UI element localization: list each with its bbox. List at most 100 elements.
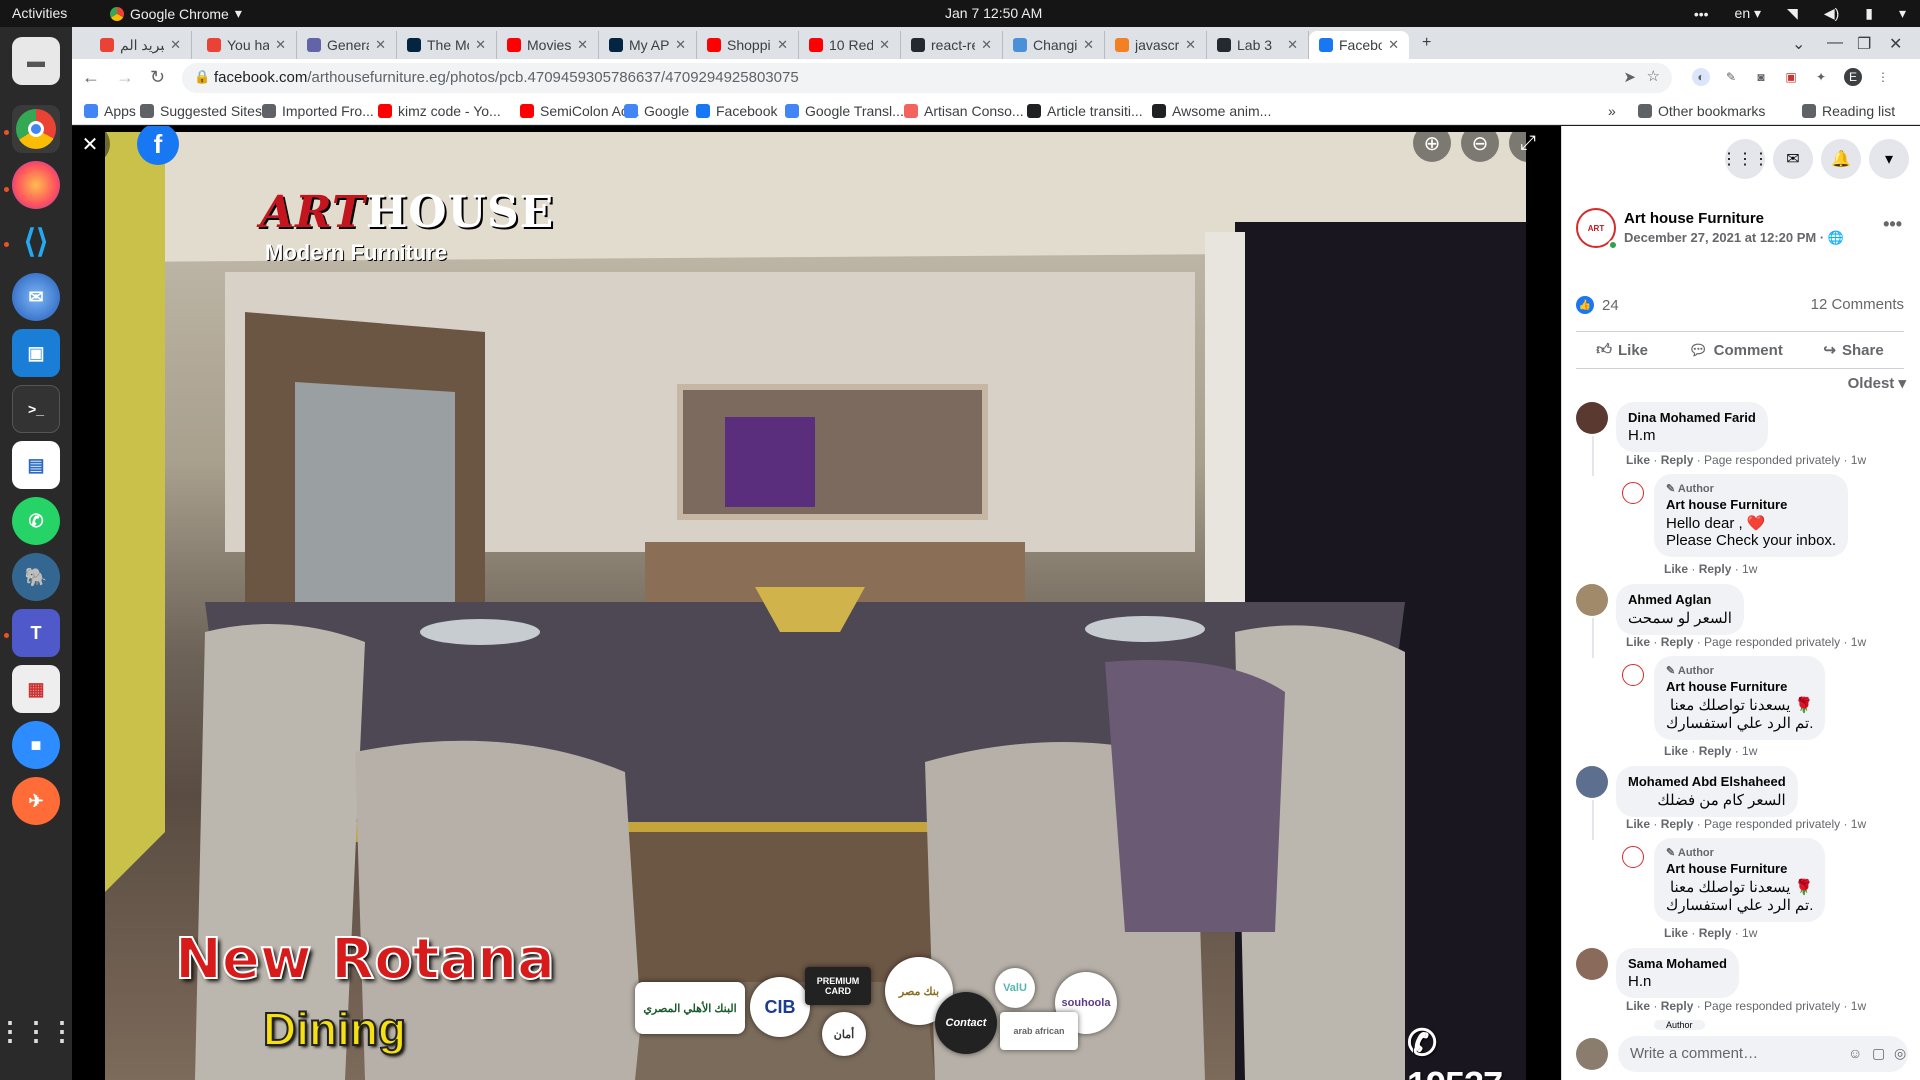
- share-icon[interactable]: ➤: [1623, 68, 1636, 86]
- browser-tab[interactable]: You have ✕: [197, 31, 297, 59]
- reload-icon[interactable]: ↻: [150, 67, 165, 88]
- reply-author-name[interactable]: Art house Furniture: [1666, 497, 1836, 512]
- fullscreen-icon[interactable]: ⤢: [1509, 126, 1547, 162]
- browser-tab[interactable]: Lab 3 ✕: [1207, 31, 1309, 59]
- comment-like-link[interactable]: Like: [1626, 453, 1650, 467]
- tab-close-icon[interactable]: ✕: [777, 37, 788, 53]
- chrome-icon[interactable]: [12, 105, 60, 153]
- page-name[interactable]: Art house Furniture: [1624, 210, 1764, 227]
- bookmark-item[interactable]: Artisan Conso...: [904, 103, 1024, 119]
- gif-icon[interactable]: ▢: [1872, 1045, 1885, 1062]
- lock-icon[interactable]: 🔒: [194, 69, 210, 85]
- bookmark-item[interactable]: Suggested Sites: [140, 103, 262, 119]
- comment-reply-link[interactable]: Reply: [1661, 999, 1694, 1013]
- extensions-puzzle-icon[interactable]: ✦: [1812, 68, 1830, 86]
- share-button[interactable]: ↪ Share: [1823, 341, 1883, 360]
- camera-icon[interactable]: ◙: [1752, 68, 1770, 86]
- whatsapp-icon[interactable]: ✆: [12, 497, 60, 545]
- activities-button[interactable]: Activities: [12, 5, 67, 21]
- page-reply-avatar[interactable]: [1622, 482, 1644, 504]
- other-bookmarks[interactable]: Other bookmarks: [1638, 103, 1765, 119]
- reply-like-link[interactable]: Like: [1664, 744, 1688, 758]
- comment-reply-link[interactable]: Reply: [1661, 635, 1694, 649]
- browser-tab[interactable]: Movies A ✕: [497, 31, 599, 59]
- post-more-icon[interactable]: •••: [1883, 214, 1902, 235]
- vscode-icon[interactable]: ⟨⟩: [12, 217, 60, 265]
- postman-icon[interactable]: ✈: [12, 777, 60, 825]
- back-icon[interactable]: ←: [82, 67, 100, 88]
- tab-close-icon[interactable]: ✕: [375, 37, 386, 53]
- reply-like-link[interactable]: Like: [1664, 562, 1688, 576]
- show-apps-icon[interactable]: ⋮⋮⋮: [0, 1007, 75, 1055]
- libreoffice-writer-icon[interactable]: ▤: [12, 441, 60, 489]
- bookmarks-overflow[interactable]: »: [1608, 103, 1616, 119]
- more-dots-icon[interactable]: •••: [1694, 6, 1709, 22]
- comments-count[interactable]: 12 Comments: [1811, 296, 1904, 313]
- commenter-name[interactable]: Sama Mohamed: [1628, 956, 1727, 971]
- menu-kebab-icon[interactable]: ⋮: [1874, 68, 1892, 86]
- bookmark-item[interactable]: Google: [624, 103, 689, 119]
- window-close-icon[interactable]: ✕: [1889, 34, 1902, 54]
- thunderbird-icon[interactable]: ✉: [12, 273, 60, 321]
- emoji-icon[interactable]: ☺: [1848, 1045, 1862, 1061]
- language-indicator[interactable]: en ▾: [1735, 5, 1762, 22]
- tab-close-icon[interactable]: ✕: [577, 37, 588, 53]
- reply-reply-link[interactable]: Reply: [1699, 562, 1732, 576]
- reaction-summary[interactable]: 👍 24: [1576, 296, 1619, 314]
- reply-reply-link[interactable]: Reply: [1699, 926, 1732, 940]
- tab-close-icon[interactable]: ✕: [170, 37, 181, 53]
- bookmark-item[interactable]: kimz code - Yo...: [378, 103, 501, 119]
- reply-author-name[interactable]: Art house Furniture: [1666, 679, 1813, 694]
- bookmark-item[interactable]: SemiColon Ac...: [520, 103, 640, 119]
- browser-tab[interactable]: Faceboo ✕: [1309, 31, 1409, 59]
- comment-button[interactable]: 💬︎ Comment: [1689, 341, 1783, 360]
- extension-badge-icon[interactable]: ▣: [1782, 68, 1800, 86]
- commenter-name[interactable]: Dina Mohamed Farid: [1628, 410, 1756, 425]
- browser-tab[interactable]: The Mov ✕: [397, 31, 497, 59]
- browser-tab[interactable]: General (✕: [297, 31, 397, 59]
- page-reply-avatar[interactable]: [1622, 664, 1644, 686]
- comment-like-link[interactable]: Like: [1626, 635, 1650, 649]
- zoom-icon[interactable]: ■: [12, 721, 60, 769]
- bookmark-item[interactable]: Google Transl...: [785, 103, 904, 119]
- eyedropper-icon[interactable]: ✎: [1722, 68, 1740, 86]
- app-menu[interactable]: Google Chrome ▾: [110, 5, 242, 22]
- furniture-photo[interactable]: ARTHOUSE Modern Furniture New Rotana Din…: [105, 132, 1526, 1080]
- browser-tab[interactable]: Changin ✕: [1003, 31, 1105, 59]
- address-bar[interactable]: 🔒 facebook.com/arthousefurniture.eg/phot…: [182, 63, 1672, 93]
- user-avatar[interactable]: [1576, 1038, 1608, 1070]
- browser-tab[interactable]: My API S ✕: [599, 31, 697, 59]
- commenter-name[interactable]: Mohamed Abd Elshaheed: [1628, 774, 1786, 789]
- comment-reply-link[interactable]: Reply: [1661, 817, 1694, 831]
- browser-tab[interactable]: Shoppin ✕: [697, 31, 799, 59]
- bookmark-item[interactable]: Imported Fro...: [262, 103, 374, 119]
- tab-search-icon[interactable]: ⌄: [1792, 34, 1805, 54]
- maximize-icon[interactable]: ❐: [1857, 34, 1871, 54]
- comment-reply-link[interactable]: Reply: [1661, 453, 1694, 467]
- reply-reply-link[interactable]: Reply: [1699, 744, 1732, 758]
- firefox-icon[interactable]: [12, 161, 60, 209]
- messenger-icon[interactable]: ✉: [1773, 139, 1813, 179]
- browser-tab[interactable]: react-rec ✕: [901, 31, 1003, 59]
- tab-close-icon[interactable]: ✕: [275, 37, 286, 53]
- files-icon[interactable]: ▬: [12, 37, 60, 85]
- teams-icon[interactable]: T: [12, 609, 60, 657]
- reading-list[interactable]: Reading list: [1802, 103, 1895, 119]
- reply-like-link[interactable]: Like: [1664, 926, 1688, 940]
- system-tray[interactable]: ••• en ▾ ◥ ◀) ▮ ▾: [1694, 5, 1906, 22]
- like-button[interactable]: 👍︎ Like: [1596, 341, 1648, 359]
- tab-close-icon[interactable]: ✕: [675, 37, 686, 53]
- tab-close-icon[interactable]: ✕: [1185, 37, 1196, 53]
- commenter-avatar[interactable]: [1576, 948, 1608, 980]
- tab-close-icon[interactable]: ✕: [475, 37, 486, 53]
- sticker-icon[interactable]: ◎: [1894, 1045, 1906, 1062]
- forward-icon[interactable]: →: [116, 67, 134, 88]
- tab-close-icon[interactable]: ✕: [879, 37, 890, 53]
- browser-tab[interactable]: javascrip ✕: [1105, 31, 1207, 59]
- browser-tab[interactable]: 10 Redu ✕: [799, 31, 901, 59]
- browser-tab[interactable]: البريد الم ✕: [90, 31, 192, 59]
- document-viewer-icon[interactable]: ▦: [12, 665, 60, 713]
- minimize-icon[interactable]: —: [1827, 34, 1843, 52]
- commenter-name[interactable]: Ahmed Aglan: [1628, 592, 1732, 607]
- comment-sort-dropdown[interactable]: Oldest ▾: [1848, 374, 1906, 392]
